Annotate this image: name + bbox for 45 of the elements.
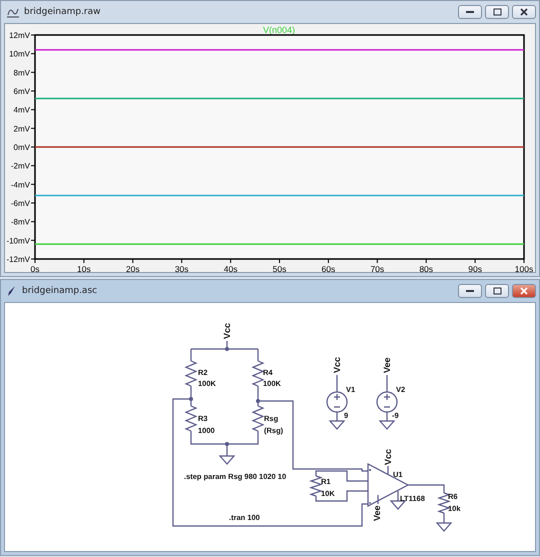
y-tick-label: 0mV: [14, 143, 30, 152]
window-title: bridgeinamp.raw: [24, 7, 101, 17]
restore-button[interactable]: [485, 5, 509, 19]
minimize-button[interactable]: [458, 5, 482, 19]
x-tick-label: 20s: [126, 264, 140, 272]
net-label: Vcc: [332, 356, 342, 373]
close-icon: [520, 287, 528, 295]
close-button[interactable]: [512, 284, 536, 298]
chart-title: V(n004): [262, 25, 296, 35]
x-tick-label: 90s: [468, 264, 482, 272]
minimize-icon: [466, 10, 474, 14]
restore-icon: [492, 287, 502, 295]
x-tick-label: 30s: [174, 264, 189, 272]
net-label: Vcc: [383, 448, 393, 465]
y-tick-label: -12mV: [6, 255, 30, 264]
minimize-button[interactable]: [458, 284, 482, 298]
net-label: Vcc: [222, 322, 232, 339]
y-tick-label: 2mV: [14, 124, 30, 134]
y-tick-label: 6mV: [14, 87, 30, 96]
close-button[interactable]: [512, 5, 536, 19]
x-tick-label: 50s: [272, 264, 286, 272]
y-tick-label: -2mV: [10, 162, 30, 171]
y-tick-label: -6mV: [10, 199, 30, 208]
x-tick-label: 10s: [77, 264, 91, 272]
x-tick-label: 70s: [370, 264, 384, 272]
y-tick-label: 12mV: [9, 31, 30, 40]
x-tick-label: 60s: [322, 264, 336, 272]
net-label: Vee: [372, 505, 382, 521]
y-tick-label: -8mV: [10, 218, 30, 227]
x-tick-label: 0s: [30, 264, 40, 272]
window-title: bridgeinamp.asc: [22, 286, 98, 296]
y-tick-label: 10mV: [9, 50, 30, 59]
minimize-icon: [466, 289, 474, 293]
close-icon: [520, 8, 528, 16]
y-tick-label: 8mV: [14, 68, 30, 78]
y-tick-label: -10mV: [6, 236, 30, 246]
waveform-icon: [6, 6, 20, 18]
y-tick-label: 4mV: [14, 106, 30, 115]
restore-icon: [492, 8, 502, 16]
x-tick-label: 100s: [514, 264, 534, 272]
net-label: Vee: [382, 357, 392, 373]
y-tick-label: -4mV: [10, 180, 30, 190]
x-tick-label: 80s: [419, 264, 434, 272]
restore-button[interactable]: [485, 284, 509, 298]
x-tick-label: 40s: [224, 264, 238, 272]
